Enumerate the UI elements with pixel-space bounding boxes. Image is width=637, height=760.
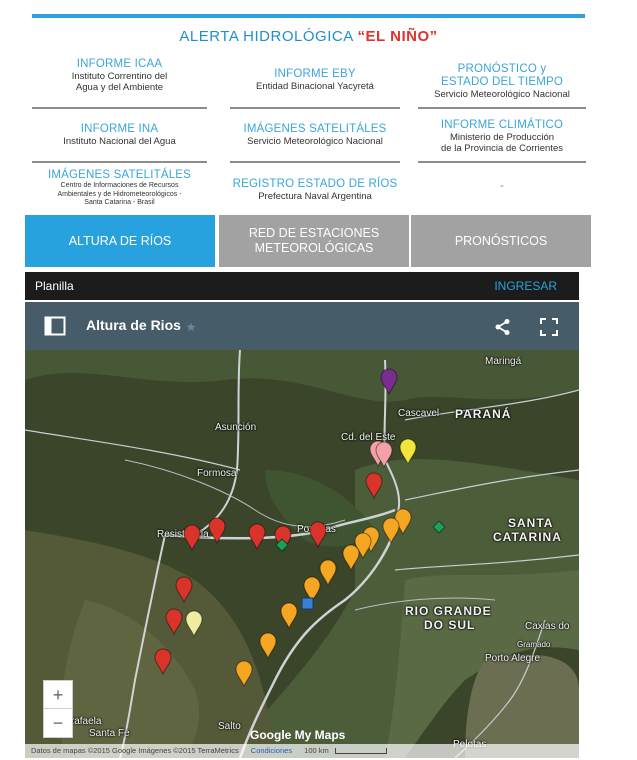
- link-informe-eby[interactable]: INFORME EBY Entidad Binacional Yacyretá: [230, 68, 400, 92]
- link-subtitle: Instituto Nacional del Agua: [63, 136, 176, 147]
- link-title: REGISTRO ESTADO DE RÍOS: [232, 178, 398, 190]
- link-imagenes-smn[interactable]: IMÁGENES SATELITÁLES Servicio Meteorológ…: [230, 123, 400, 147]
- link-informe-climatico[interactable]: INFORME CLIMÁTICO Ministerio de Producci…: [418, 119, 586, 154]
- river-station-marker[interactable]: [165, 608, 183, 636]
- link-subtitle: Servicio Meteorológico Nacional: [434, 89, 570, 100]
- river-station-marker[interactable]: [259, 632, 277, 660]
- link-subtitle: Agua y del Ambiente: [75, 82, 164, 93]
- link-title: INFORME EBY: [274, 68, 356, 80]
- link-subtitle: Ministerio de Producción: [449, 132, 555, 143]
- link-imagenes-ciram[interactable]: IMÁGENES SATELITÁLES Centro de Informaci…: [32, 169, 207, 208]
- link-title: INFORME CLIMÁTICO: [440, 119, 564, 131]
- page-title-highlight: “EL NIÑO”: [357, 28, 438, 45]
- link-subtitle: Prefectura Naval Argentina: [258, 191, 372, 202]
- link-informe-ina[interactable]: INFORME INA Instituto Nacional del Agua: [32, 123, 207, 147]
- river-station-marker[interactable]: [185, 610, 203, 638]
- tab-label: ALTURA DE RÍOS: [68, 233, 172, 248]
- divider: [32, 161, 207, 163]
- link-title: INFORME INA: [80, 123, 159, 135]
- attribution-text: Datos de mapas ©2015 Google Imágenes ©20…: [31, 746, 239, 755]
- river-station-marker[interactable]: [319, 559, 337, 587]
- link-registro-rios[interactable]: REGISTRO ESTADO DE RÍOS Prefectura Naval…: [230, 178, 400, 202]
- river-station-marker[interactable]: [399, 438, 417, 466]
- tab-label: RED DE ESTACIONES: [248, 226, 380, 240]
- zoom-in-button[interactable]: +: [43, 680, 73, 710]
- map-view[interactable]: Maringá Asunción Cascavel PARANÁ Cd. del…: [25, 350, 579, 758]
- planilla-bar: Planilla INGRESAR: [25, 272, 579, 300]
- tab-red-estaciones[interactable]: RED DE ESTACIONES METEOROLÓGICAS: [219, 215, 409, 267]
- river-station-marker[interactable]: [183, 524, 201, 552]
- river-station-marker[interactable]: [382, 517, 400, 545]
- tab-label: PRONÓSTICOS: [454, 233, 548, 248]
- link-subtitle: Instituto Correntino del: [71, 71, 168, 82]
- link-subtitle: Centro de Informaciones de Recursos: [60, 182, 179, 189]
- divider: [418, 107, 586, 109]
- river-station-marker[interactable]: [248, 523, 266, 551]
- river-station-marker[interactable]: [280, 602, 298, 630]
- page-title-text: ALERTA HIDROLÓGICA: [179, 28, 358, 45]
- link-subtitle: Entidad Binacional Yacyretá: [256, 81, 374, 92]
- river-station-marker[interactable]: [154, 648, 172, 676]
- river-station-marker[interactable]: [235, 660, 253, 688]
- link-title: PRONÓSTICO y: [457, 63, 547, 75]
- tab-altura-de-rios[interactable]: ALTURA DE RÍOS: [25, 215, 215, 267]
- river-station-marker[interactable]: [342, 544, 360, 572]
- link-title: INFORME ICAA: [76, 58, 163, 70]
- google-my-maps-logo: Google My Maps: [250, 728, 346, 742]
- star-icon[interactable]: [186, 322, 196, 332]
- map-header: Altura de Rios: [25, 302, 579, 350]
- tab-pronosticos[interactable]: PRONÓSTICOS: [411, 215, 591, 267]
- link-subtitle: Servicio Meteorológico Nacional: [247, 136, 383, 147]
- link-title-2: ESTADO DEL TIEMPO: [440, 76, 564, 88]
- zoom-out-button[interactable]: −: [43, 708, 73, 738]
- link-placeholder: -: [418, 180, 586, 193]
- link-informe-icaa[interactable]: INFORME ICAA Instituto Correntino del Ag…: [32, 58, 207, 93]
- scale-label: 100 km: [304, 746, 329, 755]
- link-subtitle: Ambientales y de Hidrometeorológicos -: [57, 190, 182, 198]
- river-station-marker[interactable]: [309, 521, 327, 549]
- fullscreen-icon[interactable]: [540, 318, 558, 336]
- river-station-marker[interactable]: [380, 368, 398, 396]
- river-station-marker[interactable]: [175, 576, 193, 604]
- link-subtitle: de la Provincia de Corrientes: [441, 143, 563, 154]
- share-icon[interactable]: [494, 318, 512, 336]
- river-station-marker[interactable]: [208, 517, 226, 545]
- ingresar-link[interactable]: INGRESAR: [494, 279, 557, 293]
- marker-layer: [154, 368, 446, 688]
- link-pronostico[interactable]: PRONÓSTICO y ESTADO DEL TIEMPO Servicio …: [418, 63, 586, 100]
- divider: [418, 161, 586, 163]
- top-accent-line: [32, 14, 585, 18]
- divider: [230, 161, 400, 163]
- river-station-marker[interactable]: [365, 472, 383, 500]
- map-attribution: Datos de mapas ©2015 Google Imágenes ©20…: [25, 744, 579, 758]
- link-subtitle: Santa Catarina - Brasil: [84, 199, 155, 206]
- tab-label-2: METEOROLÓGICAS: [254, 241, 374, 255]
- station-diamond-marker[interactable]: [432, 520, 446, 534]
- link-title: IMÁGENES SATELITÁLES: [47, 169, 192, 181]
- map-title: Altura de Rios: [86, 317, 181, 333]
- link-title: IMÁGENES SATELITÁLES: [243, 123, 387, 135]
- link-title: -: [499, 180, 505, 192]
- legend-panel-icon[interactable]: [44, 316, 66, 336]
- station-square-marker[interactable]: [301, 597, 314, 610]
- divider: [32, 107, 207, 109]
- conditions-link[interactable]: Condiciones: [251, 746, 292, 755]
- divider: [230, 107, 400, 109]
- planilla-label: Planilla: [35, 279, 74, 293]
- page-title: ALERTA HIDROLÓGICA “EL NIÑO”: [32, 28, 585, 45]
- scale-bar: [334, 748, 387, 755]
